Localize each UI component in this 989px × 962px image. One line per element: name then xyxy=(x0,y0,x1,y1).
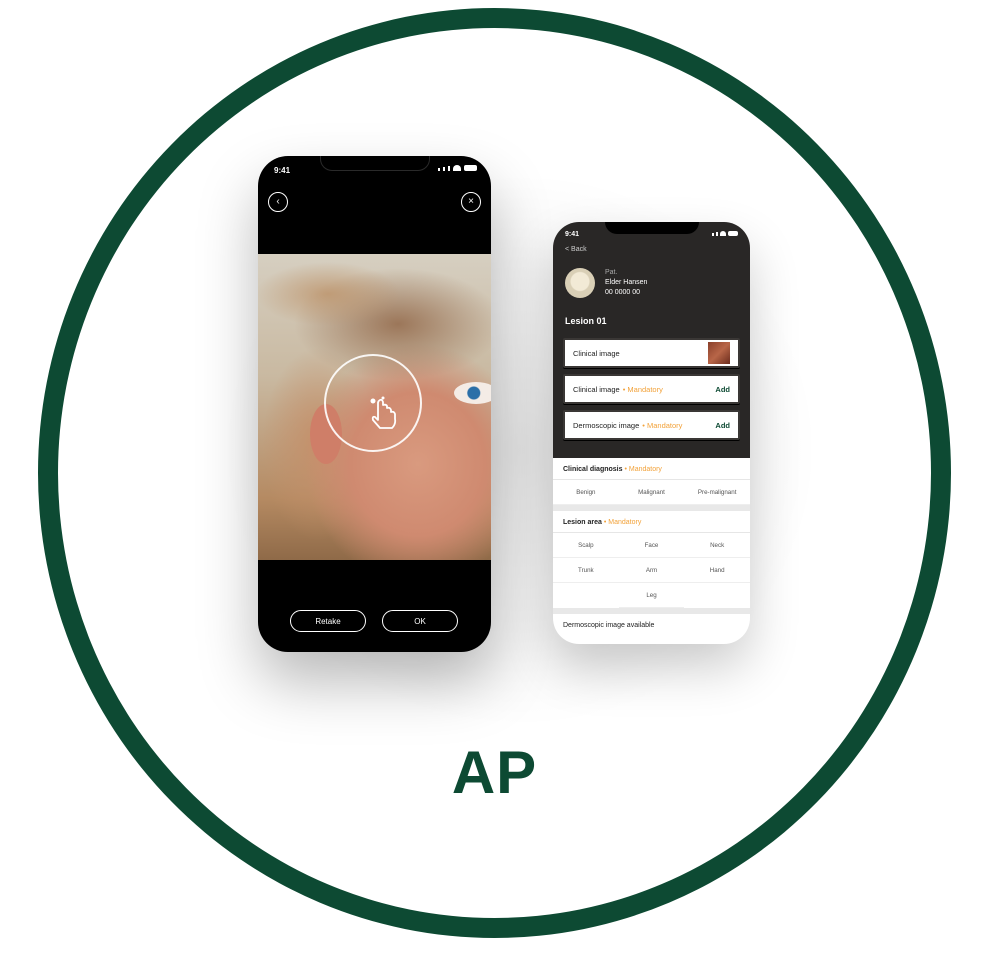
status-icons xyxy=(438,165,477,171)
battery-icon xyxy=(728,231,738,236)
mandatory-tag: • Mandatory xyxy=(603,519,642,526)
clinical-image-add-row[interactable]: Clinical image • Mandatory Add xyxy=(563,374,740,404)
row-label: Clinical image xyxy=(573,384,620,394)
status-time: 9:41 xyxy=(565,231,580,238)
diagnosis-option[interactable]: Pre-malignant xyxy=(684,480,750,505)
brand-logo-text: AP xyxy=(451,739,538,806)
patient-name: Elder Hansen xyxy=(605,279,648,286)
back-button[interactable]: ‹ xyxy=(268,192,288,212)
detail-body: Clinical diagnosis • Mandatory Benign Ma… xyxy=(553,458,750,635)
section-label: Lesion area xyxy=(563,519,602,526)
back-link[interactable]: < Back xyxy=(565,246,587,253)
clinical-diagnosis-title: Clinical diagnosis • Mandatory xyxy=(553,458,750,479)
row-label: Dermoscopic image xyxy=(573,420,640,430)
wifi-icon xyxy=(453,165,461,171)
photo-eye xyxy=(454,382,491,404)
diagnosis-option[interactable]: Benign xyxy=(553,480,619,505)
retake-button[interactable]: Retake xyxy=(290,610,366,632)
lesion-thumbnail[interactable] xyxy=(708,342,730,364)
add-button[interactable]: Add xyxy=(715,421,730,430)
camera-preview[interactable] xyxy=(258,254,491,560)
status-bar: 9:41 xyxy=(258,156,491,176)
signal-icon xyxy=(443,167,445,171)
hand-pointer-icon xyxy=(370,396,397,429)
signal-icon xyxy=(716,232,718,236)
patient-info: Pat. Elder Hansen 00 0000 00 xyxy=(605,268,647,298)
chevron-left-icon: ‹ xyxy=(276,196,280,207)
area-options: Scalp Face Neck Trunk Arm Hand Leg xyxy=(553,532,750,608)
area-option[interactable]: Face xyxy=(618,533,685,558)
clinical-image-row[interactable]: Clinical image xyxy=(563,338,740,368)
signal-icon xyxy=(712,233,714,236)
signal-icon xyxy=(438,168,440,171)
status-icons xyxy=(712,231,738,236)
wifi-icon xyxy=(720,231,726,236)
area-option[interactable]: Hand xyxy=(684,558,750,583)
close-button[interactable]: × xyxy=(461,192,481,212)
battery-icon xyxy=(464,165,477,171)
area-option[interactable]: Arm xyxy=(618,558,685,583)
mandatory-tag: • Mandatory xyxy=(642,420,683,430)
section-label: Clinical diagnosis xyxy=(563,466,623,473)
status-bar: 9:41 xyxy=(553,222,750,240)
patient-avatar xyxy=(565,268,595,298)
area-option[interactable]: Scalp xyxy=(553,533,619,558)
status-time: 9:41 xyxy=(274,166,291,175)
detail-header: 9:41 < Back Pat. Elder Hansen 00 0000 00… xyxy=(553,222,750,458)
lesion-area-title: Lesion area • Mandatory xyxy=(553,511,750,532)
mandatory-tag: • Mandatory xyxy=(624,466,662,473)
diagnosis-options: Benign Malignant Pre-malignant xyxy=(553,479,750,505)
area-option[interactable]: Neck xyxy=(684,533,750,558)
footer-text: Dermoscopic image available xyxy=(563,622,655,629)
area-option[interactable]: Trunk xyxy=(553,558,619,583)
camera-phone-mockup: 9:41 ‹ × Retake OK xyxy=(258,156,491,652)
close-icon: × xyxy=(468,196,474,207)
area-option[interactable]: Leg xyxy=(618,583,685,608)
mandatory-tag: • Mandatory xyxy=(622,384,663,394)
patient-id: 00 0000 00 xyxy=(605,289,641,296)
detail-phone-mockup: 9:41 < Back Pat. Elder Hansen 00 0000 00… xyxy=(553,222,750,644)
dermoscopic-image-row[interactable]: Dermoscopic image • Mandatory Add xyxy=(563,410,740,440)
add-button[interactable]: Add xyxy=(715,385,730,394)
row-label: Clinical image xyxy=(573,348,620,358)
signal-icon xyxy=(448,166,450,171)
ok-button[interactable]: OK xyxy=(382,610,458,632)
patient-label: Pat. xyxy=(605,269,618,276)
lesion-title: Lesion 01 xyxy=(565,316,607,326)
diagnosis-option[interactable]: Malignant xyxy=(618,480,685,505)
